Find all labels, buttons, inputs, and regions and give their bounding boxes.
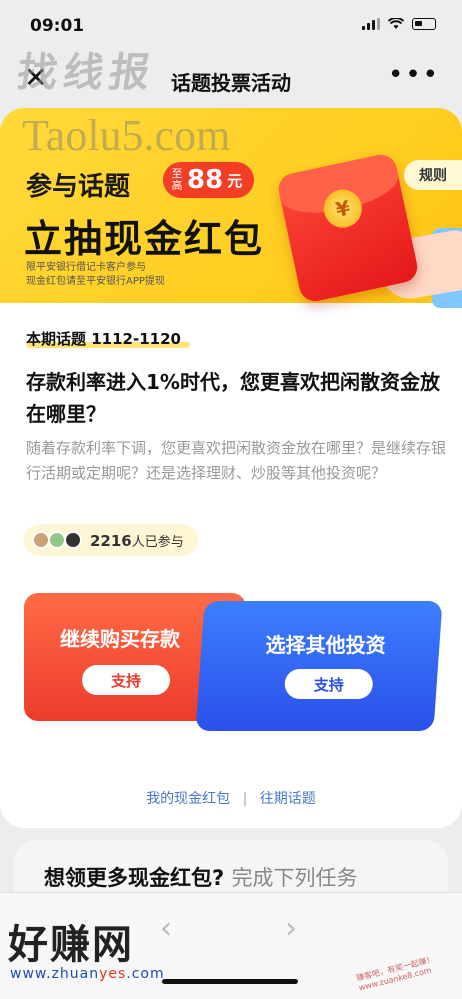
status-time: 09:01 xyxy=(30,16,85,36)
red-packet-illustration: ¥ xyxy=(275,151,421,305)
banner-line1: 参与话题 xyxy=(26,172,131,202)
max-amount-pill: 至高 88 元 xyxy=(163,162,255,198)
battery-icon xyxy=(412,18,436,30)
my-cash-packets-link[interactable]: 我的现金红包 xyxy=(146,791,230,807)
status-icons xyxy=(362,18,436,30)
home-indicator xyxy=(162,979,298,984)
yuan-coin-icon: ¥ xyxy=(320,186,366,232)
back-arrow-icon[interactable]: ‹ xyxy=(160,911,172,946)
participant-count: 2216人已参与 xyxy=(90,531,184,550)
option-label: 选择其他投资 xyxy=(265,633,386,657)
forward-arrow-icon[interactable]: › xyxy=(285,911,297,946)
pill-amount: 88 xyxy=(187,165,224,195)
banner-note-line1: 限平安银行借记卡客户参与 xyxy=(26,262,146,273)
watermark-haozhuanwang: 好赚网 xyxy=(8,922,134,968)
banner-headline: 立抽现金红包 xyxy=(24,217,265,261)
support-button[interactable]: 支持 xyxy=(82,665,170,695)
option-label: 继续购买存款 xyxy=(60,627,180,651)
link-separator: | xyxy=(242,791,248,807)
wifi-icon xyxy=(388,18,404,29)
pill-unit: 元 xyxy=(227,171,243,190)
rules-button[interactable]: 规则 xyxy=(404,160,462,190)
footer-links: 我的现金红包 | 往期话题 xyxy=(0,788,462,808)
banner-note: 限平安银行借记卡客户参与 现金红包请至平安银行APP提现 xyxy=(26,261,165,289)
watermark-taolu5: Taolu5.com xyxy=(22,111,231,160)
vote-card: 参与话题 至高 88 元 立抽现金红包 限平安银行借记卡客户参与 现金红包请至平… xyxy=(0,108,462,828)
vote-option-invest[interactable]: 选择其他投资 支持 xyxy=(195,601,443,731)
pill-prefix: 至高 xyxy=(171,167,183,192)
topic-period-tag: 本期话题 1112-1120 xyxy=(26,330,181,348)
more-options-icon[interactable]: ••• xyxy=(388,60,440,90)
past-topics-link[interactable]: 往期话题 xyxy=(260,791,316,807)
topic-description: 随着存款利率下调，您更喜欢把闲散资金放在哪里？是继续存银行活期或定期呢？还是选择… xyxy=(26,439,447,482)
avatar xyxy=(64,531,82,549)
participant-count-badge: 2216人已参与 xyxy=(24,524,198,556)
cellular-signal-icon xyxy=(362,18,380,30)
support-button[interactable]: 支持 xyxy=(284,669,373,699)
watermark-zhaoxianbao: 找线报 xyxy=(14,49,159,96)
topic-question: 存款利率进入1%时代，您更喜欢把闲散资金放在哪里？ xyxy=(26,370,440,426)
task-title: 想领更多现金红包? 完成下列任务 xyxy=(44,866,358,890)
watermark-zhuanyes-url: www.zhuanyes.com xyxy=(10,966,165,982)
banner-note-line2: 现金红包请至平安银行APP提现 xyxy=(26,276,165,287)
